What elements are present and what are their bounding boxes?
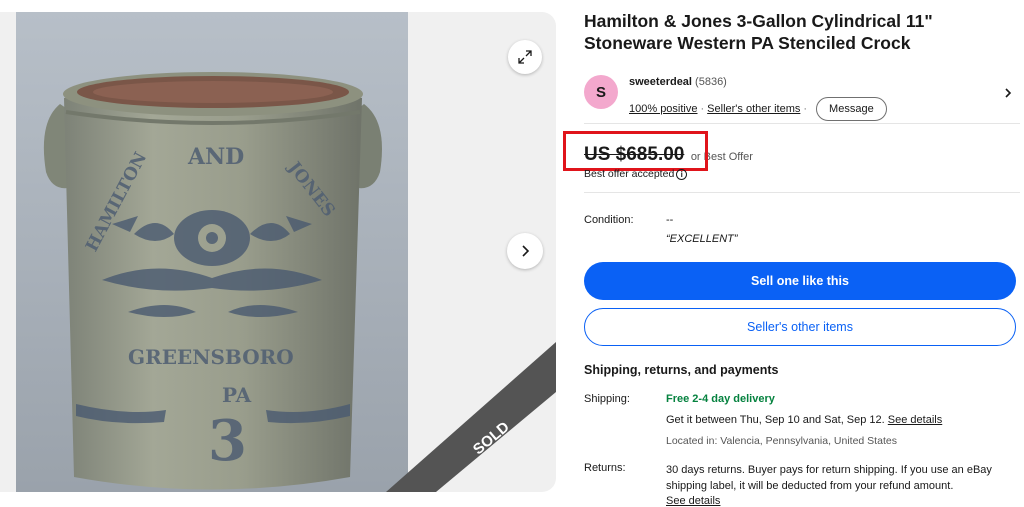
- svg-text:3: 3: [208, 408, 247, 474]
- returns-text: 30 days returns. Buyer pays for return s…: [666, 464, 992, 492]
- seller-positive-link[interactable]: 100% positive: [629, 103, 698, 115]
- condition-value: --: [666, 214, 674, 226]
- price-amount: US $685.00: [584, 144, 685, 165]
- info-icon[interactable]: i: [676, 168, 688, 180]
- best-offer-text: or Best Offer: [690, 151, 753, 163]
- seller-links: 100% positive · Seller's other items · M…: [629, 97, 887, 121]
- seller-other-items-link[interactable]: Seller's other items: [707, 103, 800, 115]
- product-photo[interactable]: AND HAMILTON JONES GREENSBORO PA 3: [16, 12, 408, 492]
- seller-feedback-count: (5836): [695, 76, 727, 88]
- crock-image: AND HAMILTON JONES GREENSBORO PA 3: [16, 12, 408, 492]
- seller-avatar[interactable]: S: [584, 75, 618, 109]
- delivery-estimate: Get it between Thu, Sep 10 and Sat, Sep …: [666, 414, 942, 426]
- listing-title: Hamilton & Jones 3-Gallon Cylindrical 11…: [584, 11, 933, 53]
- seller-card-chevron[interactable]: [1002, 86, 1014, 104]
- condition-note: “EXCELLENT”: [666, 233, 738, 245]
- shipping-see-details-link[interactable]: See details: [888, 414, 942, 426]
- next-image-button[interactable]: [507, 233, 543, 269]
- sellers-other-items-button[interactable]: Seller's other items: [584, 308, 1016, 346]
- condition-label: Condition:: [584, 214, 634, 226]
- sell-one-like-this-button[interactable]: Sell one like this: [584, 262, 1016, 300]
- separator-dot: ·: [700, 103, 705, 115]
- seller-name[interactable]: sweeterdeal: [629, 76, 692, 88]
- message-button[interactable]: Message: [816, 97, 887, 121]
- returns-see-details-link[interactable]: See details: [666, 495, 720, 507]
- delivery-estimate-text: Get it between Thu, Sep 10 and Sat, Sep …: [666, 414, 885, 426]
- chevron-right-icon: [522, 245, 530, 257]
- svg-text:AND: AND: [187, 144, 244, 170]
- sold-label: SOLD: [470, 418, 513, 458]
- offer-status-text: Best offer accepted: [584, 168, 675, 180]
- item-location: Located in: Valencia, Pennsylvania, Unit…: [666, 435, 897, 447]
- chevron-right-icon: [1005, 88, 1012, 98]
- shipping-label: Shipping:: [584, 393, 630, 405]
- offer-status: Best offer accepted i: [584, 168, 688, 180]
- shipping-heading: Shipping, returns, and payments: [584, 363, 779, 377]
- image-gallery: AND HAMILTON JONES GREENSBORO PA 3 SOLD: [0, 12, 556, 492]
- divider: [584, 192, 1020, 193]
- seller-card: S sweeterdeal (5836) 100% positive · Sel…: [584, 62, 1020, 124]
- price-row: US $685.00 or Best Offer: [584, 144, 753, 166]
- expand-image-button[interactable]: [508, 40, 542, 74]
- svg-text:PA: PA: [222, 383, 252, 407]
- svg-text:GREENSBORO: GREENSBORO: [128, 345, 294, 369]
- free-delivery-text: Free 2-4 day delivery: [666, 393, 775, 405]
- separator-dot: ·: [803, 103, 808, 115]
- expand-icon: [518, 50, 532, 64]
- seller-name-line: sweeterdeal (5836): [629, 76, 727, 88]
- returns-label: Returns:: [584, 462, 626, 474]
